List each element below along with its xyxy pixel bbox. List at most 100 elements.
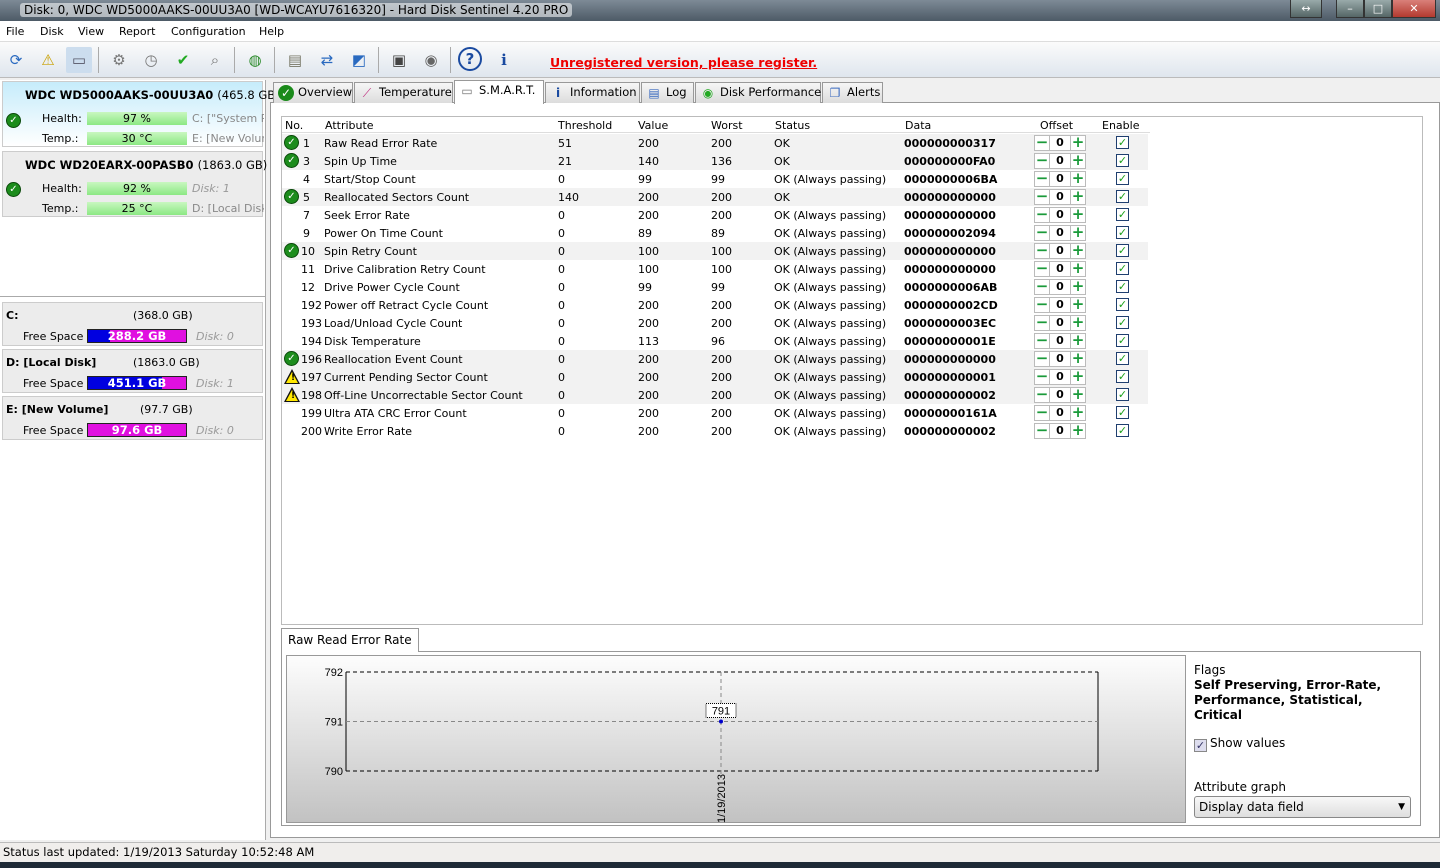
- enable-checkbox[interactable]: ✓: [1116, 370, 1129, 383]
- plus-button[interactable]: +: [1070, 279, 1086, 295]
- col-status[interactable]: Status: [775, 119, 810, 132]
- disk-check-icon[interactable]: ✔: [170, 47, 196, 73]
- maximize-button[interactable]: □: [1364, 0, 1392, 18]
- minus-button[interactable]: −: [1034, 405, 1050, 421]
- col-threshold[interactable]: Threshold: [558, 119, 612, 132]
- enable-checkbox[interactable]: ✓: [1116, 316, 1129, 329]
- plus-button[interactable]: +: [1070, 207, 1086, 223]
- globe-disk-icon[interactable]: ◍: [242, 47, 268, 73]
- help-icon[interactable]: ?: [458, 47, 482, 71]
- enable-checkbox[interactable]: ✓: [1116, 208, 1129, 221]
- enable-checkbox[interactable]: ✓: [1116, 244, 1129, 257]
- menu-help[interactable]: Help: [259, 25, 284, 38]
- plus-button[interactable]: +: [1070, 369, 1086, 385]
- table-row[interactable]: 11 Drive Calibration Retry Count 0 100 100 OK…: [282, 260, 1148, 278]
- plus-button[interactable]: +: [1070, 333, 1086, 349]
- send-icon[interactable]: ⇄: [314, 47, 340, 73]
- menu-disk[interactable]: Disk: [40, 25, 64, 38]
- show-values-checkbox[interactable]: ✓ Show values: [1194, 736, 1285, 752]
- table-row[interactable]: 199 Ultra ATA CRC Error Count 0 200 200 OK (A…: [282, 404, 1148, 422]
- table-row[interactable]: ! 198 Off-Line Uncorrectable Sector Count 0…: [282, 386, 1148, 404]
- plus-button[interactable]: +: [1070, 315, 1086, 331]
- enable-checkbox[interactable]: ✓: [1116, 280, 1129, 293]
- menu-file[interactable]: File: [6, 25, 24, 38]
- offset-value[interactable]: 0: [1050, 171, 1070, 187]
- minimize-button[interactable]: –: [1336, 0, 1364, 18]
- offset-value[interactable]: 0: [1050, 423, 1070, 439]
- enable-checkbox[interactable]: ✓: [1116, 190, 1129, 203]
- disk-clock-icon[interactable]: ◷: [138, 47, 164, 73]
- minus-button[interactable]: −: [1034, 423, 1050, 439]
- offset-value[interactable]: 0: [1050, 333, 1070, 349]
- minus-button[interactable]: −: [1034, 315, 1050, 331]
- tab-information[interactable]: i Information: [545, 82, 640, 103]
- table-row[interactable]: ! 197 Current Pending Sector Count 0 200 200 O…: [282, 368, 1148, 386]
- plus-button[interactable]: +: [1070, 423, 1086, 439]
- minus-button[interactable]: −: [1034, 279, 1050, 295]
- minus-button[interactable]: −: [1034, 207, 1050, 223]
- table-row[interactable]: 9 Power On Time Count 0 89 89 OK (Always pass…: [282, 224, 1148, 242]
- offset-value[interactable]: 0: [1050, 189, 1070, 205]
- minus-button[interactable]: −: [1034, 153, 1050, 169]
- refresh-icon[interactable]: ⟳: [3, 47, 29, 73]
- disk-icon[interactable]: ▭: [66, 47, 92, 73]
- offset-value[interactable]: 0: [1050, 261, 1070, 277]
- table-row[interactable]: ✓ 5 Reallocated Sectors Count 140 200 200 OK 00…: [282, 188, 1148, 206]
- volume-c[interactable]: C: (368.0 GB) Free Space 288.2 GB Disk: …: [2, 302, 263, 346]
- plus-button[interactable]: +: [1070, 225, 1086, 241]
- info-icon[interactable]: i: [491, 47, 517, 73]
- col-attribute[interactable]: Attribute: [325, 119, 374, 132]
- table-row[interactable]: 200 Write Error Rate 0 200 200 OK (Always pas…: [282, 422, 1148, 440]
- enable-checkbox[interactable]: ✓: [1116, 136, 1129, 149]
- tab-overview[interactable]: ✓ Overview: [273, 82, 353, 103]
- enable-checkbox[interactable]: ✓: [1116, 352, 1129, 365]
- menu-configuration[interactable]: Configuration: [171, 25, 246, 38]
- minus-button[interactable]: −: [1034, 333, 1050, 349]
- minus-button[interactable]: −: [1034, 387, 1050, 403]
- disk-search-icon[interactable]: ⌕: [202, 47, 228, 73]
- offset-value[interactable]: 0: [1050, 297, 1070, 313]
- attribute-graph-select[interactable]: Display data field ▼: [1194, 796, 1411, 818]
- plus-button[interactable]: +: [1070, 261, 1086, 277]
- plus-button[interactable]: +: [1070, 153, 1086, 169]
- alert-refresh-icon[interactable]: ⚠: [35, 47, 61, 73]
- tab-temperature[interactable]: ⟋ Temperature: [354, 82, 453, 103]
- offset-value[interactable]: 0: [1050, 279, 1070, 295]
- plus-button[interactable]: +: [1070, 351, 1086, 367]
- minus-button[interactable]: −: [1034, 351, 1050, 367]
- tab-alerts[interactable]: ❐ Alerts: [822, 82, 883, 103]
- minus-button[interactable]: −: [1034, 369, 1050, 385]
- offset-value[interactable]: 0: [1050, 153, 1070, 169]
- table-row[interactable]: 194 Disk Temperature 0 113 96 OK (Always pass…: [282, 332, 1148, 350]
- enable-checkbox[interactable]: ✓: [1116, 334, 1129, 347]
- table-row[interactable]: 12 Drive Power Cycle Count 0 99 99 OK (Always…: [282, 278, 1148, 296]
- disk-item-1[interactable]: WDC WD20EARX-00PASB0 (1863.0 GB) ✓ Healt…: [2, 151, 267, 217]
- disk-settings-icon[interactable]: ⚙: [106, 47, 132, 73]
- network-icon[interactable]: ◩: [346, 47, 372, 73]
- table-row[interactable]: ✓ 10 Spin Retry Count 0 100 100 OK (Always pas…: [282, 242, 1148, 260]
- graph-tab[interactable]: Raw Read Error Rate: [281, 628, 419, 652]
- plus-button[interactable]: +: [1070, 189, 1086, 205]
- table-row[interactable]: 193 Load/Unload Cycle Count 0 200 200 OK (Alw…: [282, 314, 1148, 332]
- col-value[interactable]: Value: [638, 119, 668, 132]
- minus-button[interactable]: −: [1034, 243, 1050, 259]
- offset-value[interactable]: 0: [1050, 243, 1070, 259]
- plus-button[interactable]: +: [1070, 135, 1086, 151]
- col-worst[interactable]: Worst: [711, 119, 743, 132]
- col-offset[interactable]: Offset: [1040, 119, 1073, 132]
- tab-log[interactable]: ▤ Log: [641, 82, 694, 103]
- offset-value[interactable]: 0: [1050, 207, 1070, 223]
- col-enable[interactable]: Enable: [1102, 119, 1139, 132]
- col-no[interactable]: No.: [285, 119, 303, 132]
- volume-e[interactable]: E: [New Volume] (97.7 GB) Free Space 97.…: [2, 396, 263, 440]
- plus-button[interactable]: +: [1070, 243, 1086, 259]
- minus-button[interactable]: −: [1034, 189, 1050, 205]
- minus-button[interactable]: −: [1034, 171, 1050, 187]
- enable-checkbox[interactable]: ✓: [1116, 424, 1129, 437]
- tab-smart[interactable]: ▭ S.M.A.R.T.: [454, 80, 544, 104]
- menu-view[interactable]: View: [78, 25, 104, 38]
- speaker-icon[interactable]: ◉: [418, 47, 444, 73]
- minus-button[interactable]: −: [1034, 225, 1050, 241]
- minus-button[interactable]: −: [1034, 135, 1050, 151]
- offset-value[interactable]: 0: [1050, 387, 1070, 403]
